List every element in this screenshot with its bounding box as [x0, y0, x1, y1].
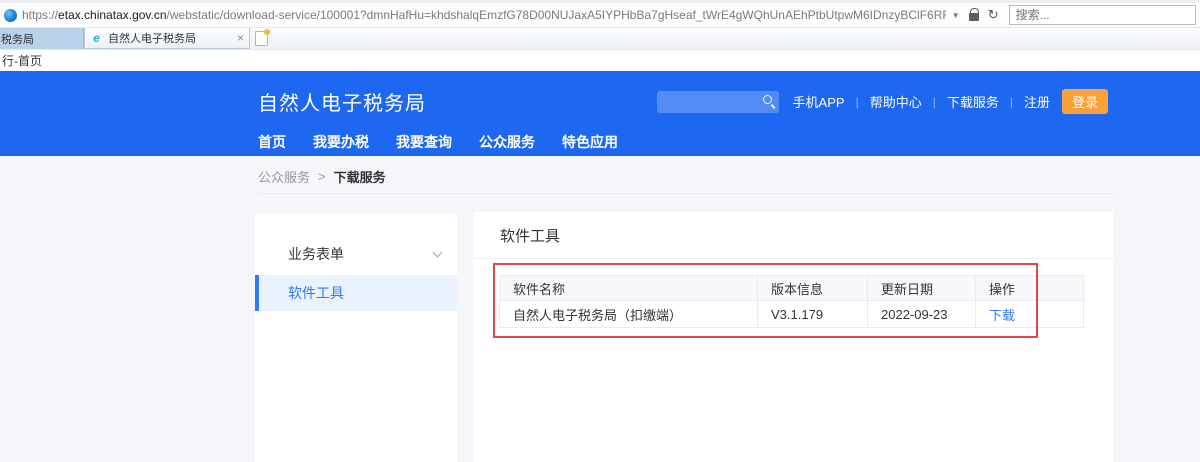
separator: | — [1010, 95, 1013, 109]
separator: | — [933, 95, 936, 109]
sidebar-item-label: 软件工具 — [288, 283, 344, 303]
link-register[interactable]: 注册 — [1024, 92, 1050, 111]
browser-tab-bar: 税务局 e 自然人电子税务局 × — [0, 28, 1200, 50]
col-software-name: 软件名称 — [500, 276, 758, 301]
favorites-row: 行-首页 — [0, 50, 1200, 71]
header-search-input[interactable] — [657, 91, 779, 113]
header-search-box[interactable] — [657, 91, 779, 113]
url-domain: etax.chinatax.gov.cn — [58, 8, 167, 22]
sidebar-item-label: 业务表单 — [288, 244, 344, 264]
link-help-center[interactable]: 帮助中心 — [870, 92, 922, 111]
link-download-service[interactable]: 下载服务 — [947, 92, 999, 111]
site-header: 自然人电子税务局 首页 我要办税 我要查询 公众服务 特色应用 手机APP | … — [0, 71, 1200, 156]
cell-update-date: 2022-09-23 — [868, 301, 976, 328]
url-scheme: https:// — [22, 8, 58, 22]
sidebar: 业务表单 软件工具 — [255, 213, 457, 462]
ie-icon: e — [90, 32, 103, 45]
link-mobile-app[interactable]: 手机APP — [793, 92, 845, 111]
header-right: 手机APP | 帮助中心 | 下载服务 | 注册 登录 — [657, 89, 1108, 114]
cell-version: V3.1.179 — [758, 301, 868, 328]
site-title: 自然人电子税务局 — [258, 87, 426, 116]
url-path: /webstatic/download-service/100001?dmnHa… — [167, 8, 946, 22]
tab-label: 自然人电子税务局 — [108, 30, 233, 46]
col-action: 操作 — [976, 276, 1084, 301]
favorites-text[interactable]: 行-首页 — [2, 52, 42, 69]
breadcrumb-divider — [258, 193, 1113, 194]
download-link[interactable]: 下载 — [989, 308, 1015, 323]
sidebar-item-software-tools[interactable]: 软件工具 — [255, 275, 457, 311]
tab-label: 税务局 — [1, 31, 83, 47]
tab-active[interactable]: e 自然人电子税务局 × — [84, 28, 250, 49]
url-dropdown-icon[interactable]: ▼ — [952, 11, 960, 20]
sidebar-item-business-forms[interactable]: 业务表单 — [255, 233, 457, 275]
browser-search-box[interactable] — [1009, 5, 1196, 25]
cell-software-name: 自然人电子税务局（扣缴端） — [500, 301, 758, 328]
browser-address-bar: https://etax.chinatax.gov.cn/webstatic/d… — [0, 0, 1200, 28]
page-body: 公众服务 > 下载服务 业务表单 软件工具 软件工具 软件名称 版本信息 更新日… — [0, 156, 1200, 462]
col-version: 版本信息 — [758, 276, 868, 301]
breadcrumb: 公众服务 > 下载服务 — [258, 167, 386, 186]
col-update-date: 更新日期 — [868, 276, 976, 301]
panel-divider — [473, 258, 1113, 259]
content-panel: 软件工具 软件名称 版本信息 更新日期 操作 自然人电子税务局（扣缴端） V3.… — [473, 212, 1113, 462]
breadcrumb-current: 下载服务 — [334, 167, 386, 186]
tab-inactive[interactable]: 税务局 — [0, 28, 84, 49]
separator: | — [856, 95, 859, 109]
lock-icon — [969, 13, 979, 21]
table-header-row: 软件名称 版本信息 更新日期 操作 — [500, 276, 1084, 301]
chevron-down-icon — [433, 247, 443, 257]
site-favicon-icon — [4, 9, 17, 22]
tab-close-icon[interactable]: × — [237, 31, 244, 45]
breadcrumb-separator-icon: > — [318, 169, 326, 184]
browser-search-input[interactable] — [1016, 8, 1189, 22]
refresh-icon[interactable]: ↻ — [988, 7, 999, 23]
panel-title: 软件工具 — [473, 212, 1113, 246]
login-button[interactable]: 登录 — [1062, 89, 1108, 114]
software-table: 软件名称 版本信息 更新日期 操作 自然人电子税务局（扣缴端） V3.1.179… — [499, 275, 1084, 328]
search-icon[interactable] — [763, 95, 772, 104]
url-field[interactable]: https://etax.chinatax.gov.cn/webstatic/d… — [22, 8, 946, 22]
table-row: 自然人电子税务局（扣缴端） V3.1.179 2022-09-23 下载 — [500, 301, 1084, 328]
breadcrumb-parent[interactable]: 公众服务 — [258, 167, 310, 186]
new-tab-icon[interactable] — [255, 31, 268, 46]
